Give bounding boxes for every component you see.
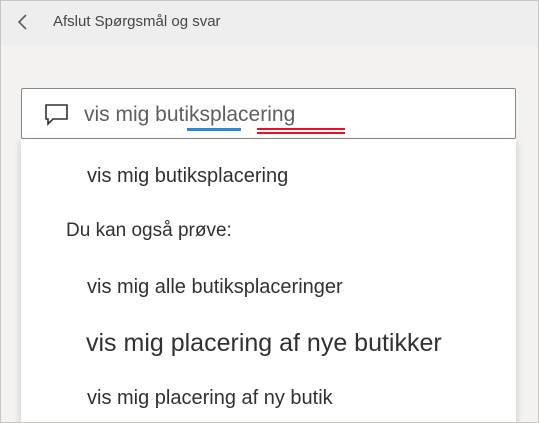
also-try-heading: Du kan også prøve: bbox=[66, 220, 232, 241]
question-input[interactable] bbox=[84, 101, 494, 129]
exit-qna-link[interactable]: Afslut Spørgsmål og svar bbox=[53, 13, 221, 31]
suggestion-item[interactable]: vis mig placering af nye butikker bbox=[86, 328, 442, 358]
suggestion-item[interactable]: vis mig alle butiksplaceringer bbox=[87, 274, 343, 300]
qna-window: Afslut Spørgsmål og svar vis mig butiksp… bbox=[0, 0, 539, 423]
qna-header: Afslut Spørgsmål og svar bbox=[1, 1, 538, 45]
suggestion-current[interactable]: vis mig butiksplacering bbox=[87, 163, 288, 189]
chat-bubble-icon bbox=[44, 103, 70, 127]
recognized-term-underline bbox=[187, 128, 241, 131]
question-search-box[interactable] bbox=[21, 88, 516, 139]
unrecognized-term-underline bbox=[257, 128, 345, 134]
suggestions-dropdown: vis mig butiksplacering Du kan også prøv… bbox=[21, 139, 516, 422]
suggestion-item[interactable]: vis mig placering af ny butik bbox=[87, 385, 333, 411]
chevron-left-icon[interactable] bbox=[15, 13, 33, 31]
